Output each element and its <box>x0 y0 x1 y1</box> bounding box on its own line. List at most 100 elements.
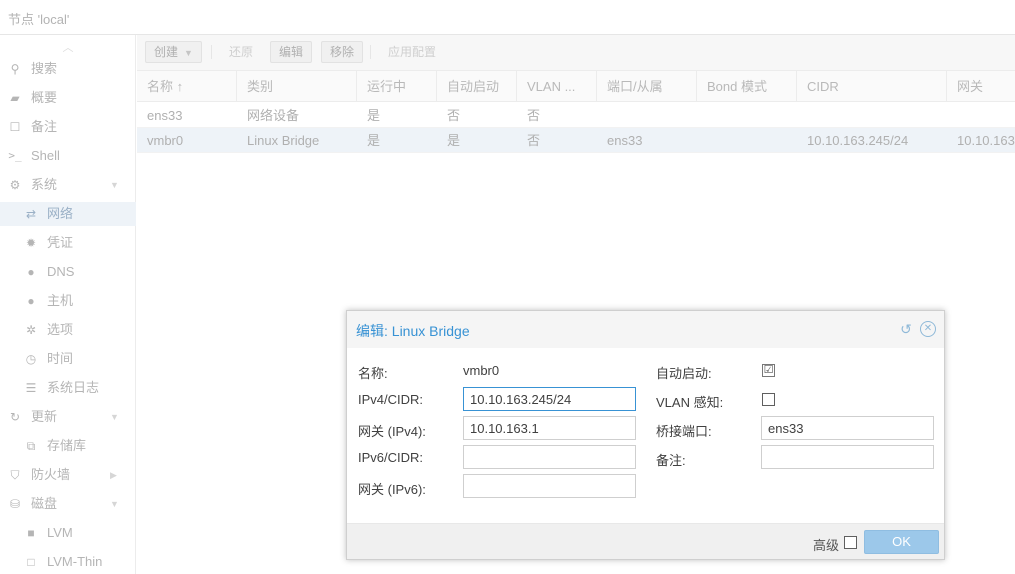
sidebar-item-search[interactable]: ⚲ 搜索 <box>0 57 136 81</box>
globe-icon: ● <box>27 294 35 308</box>
table-cell: ens33 <box>607 133 643 148</box>
gateway-ipv6-input[interactable] <box>463 474 636 498</box>
column-header-gateway[interactable]: 网关 <box>947 71 1015 102</box>
scroll-up-icon[interactable]: ︿ <box>58 39 78 54</box>
list-icon: ☰ <box>25 381 37 395</box>
autostart-checkbox[interactable]: ☑ <box>762 364 775 377</box>
ipv4-label: IPv4/CIDR: <box>358 392 424 407</box>
sidebar-item-label: 备注 <box>31 119 58 134</box>
edit-button[interactable]: 编辑 <box>270 41 313 63</box>
remove-button[interactable]: 移除 <box>321 41 364 63</box>
toolbar: 创建 ▼ 还原 编辑 移除 应用配置 <box>137 35 1015 71</box>
table-cell: vmbr0 <box>147 133 184 148</box>
sidebar-item-hosts[interactable]: ● 主机 <box>0 289 136 313</box>
column-header-ports[interactable]: 端口/从属 <box>597 71 697 102</box>
globe-icon: ● <box>27 265 35 279</box>
exchange-icon: ⇄ <box>25 207 37 221</box>
table-cell: 是 <box>367 133 381 148</box>
sidebar-item-label: 凭证 <box>47 235 74 250</box>
table-cell: 否 <box>527 108 541 123</box>
sidebar-item-shell[interactable]: >_ Shell <box>0 144 136 168</box>
sidebar-item-label: 时间 <box>47 351 74 366</box>
chevron-right-icon[interactable]: ▶ <box>110 463 117 487</box>
gateway-ipv4-input[interactable] <box>463 416 636 440</box>
sidebar-item-options[interactable]: ✲ 选项 <box>0 318 136 342</box>
edit-bridge-dialog: 编辑: Linux Bridge ↺ ✕ 名称: vmbr0 IPv4/CIDR… <box>346 310 945 560</box>
column-header-type[interactable]: 类别 <box>237 71 357 102</box>
table-cell: 10.10.163.245/24 <box>807 133 909 148</box>
sidebar-item-certificates[interactable]: ✹ 凭证 <box>0 231 136 255</box>
sidebar-item-lvm-thin[interactable]: □ LVM-Thin <box>0 550 136 574</box>
sidebar-item-label: 主机 <box>47 293 74 308</box>
vlan-aware-checkbox[interactable] <box>762 393 775 406</box>
sidebar-item-label: 更新 <box>31 409 58 424</box>
sidebar-item-lvm[interactable]: ■ LVM <box>0 521 136 545</box>
square-icon: ■ <box>27 526 35 540</box>
sidebar-item-syslog[interactable]: ☰ 系统日志 <box>0 376 136 400</box>
sidebar: ︿ ⚲ 搜索 ▰ 概要 ☐ 备注 >_ Shell ⚙ 系统 ▼ ⇄ 网络 ✹ … <box>0 35 136 574</box>
toolbar-separator <box>370 45 371 59</box>
sidebar-item-system[interactable]: ⚙ 系统 ▼ <box>0 173 136 197</box>
comment-label: 备注: <box>656 453 686 468</box>
clock-icon: ◷ <box>25 352 37 366</box>
sidebar-item-repositories[interactable]: ⧉ 存储库 <box>0 434 136 458</box>
certificate-icon: ✹ <box>25 236 37 250</box>
sidebar-item-disks[interactable]: ⛁ 磁盘 ▼ <box>0 492 136 516</box>
sidebar-item-label: 系统 <box>31 177 58 192</box>
table-cell: 网络设备 <box>247 108 300 123</box>
table-row[interactable]: vmbr0 Linux Bridge 是 是 否 ens33 10.10.163… <box>137 128 1015 153</box>
sidebar-item-dns[interactable]: ● DNS <box>0 260 136 284</box>
table-cell: ens33 <box>147 108 183 123</box>
shield-icon: ⛉ <box>10 468 20 482</box>
close-icon[interactable]: ✕ <box>920 321 936 337</box>
column-header-active[interactable]: 运行中 <box>357 71 437 102</box>
bridge-ports-input[interactable] <box>761 416 934 440</box>
column-header-vlan[interactable]: VLAN ... <box>517 71 597 102</box>
table-row[interactable]: ens33 网络设备 是 否 否 <box>137 103 1015 128</box>
comment-input[interactable] <box>761 445 934 469</box>
sidebar-item-time[interactable]: ◷ 时间 <box>0 347 136 371</box>
column-header-bond-mode[interactable]: Bond 模式 <box>697 71 797 102</box>
dialog-footer: 高级 OK <box>347 523 944 559</box>
advanced-checkbox[interactable] <box>844 536 857 549</box>
sidebar-item-label: LVM <box>47 525 73 540</box>
ipv4-cidr-input[interactable] <box>463 387 636 411</box>
chevron-down-icon[interactable]: ▼ <box>110 173 119 197</box>
ipv6-cidr-input[interactable] <box>463 445 636 469</box>
sidebar-item-label: 选项 <box>47 322 74 337</box>
hdd-icon: ⛁ <box>9 497 21 511</box>
create-button[interactable]: 创建 ▼ <box>145 41 202 63</box>
sidebar-item-network[interactable]: ⇄ 网络 <box>0 202 136 226</box>
search-icon: ⚲ <box>10 62 20 76</box>
sidebar-item-label: LVM-Thin <box>47 554 103 569</box>
reset-icon[interactable]: ↺ <box>898 321 914 337</box>
sidebar-item-notes[interactable]: ☐ 备注 <box>0 115 136 139</box>
create-button-label: 创建 <box>154 45 179 59</box>
sidebar-item-label: 搜索 <box>31 61 58 76</box>
chevron-down-icon[interactable]: ▼ <box>110 492 119 516</box>
column-header-autostart[interactable]: 自动启动 <box>437 71 517 102</box>
revert-button[interactable]: 还原 <box>220 41 262 63</box>
sidebar-item-label: DNS <box>47 264 75 279</box>
apply-config-button[interactable]: 应用配置 <box>379 41 445 63</box>
gears-icon: ⚙ <box>9 178 21 192</box>
page-header: 节点 'local' <box>0 0 1015 35</box>
note-icon: ☐ <box>9 120 21 134</box>
book-icon: ▰ <box>10 91 20 105</box>
sidebar-item-firewall[interactable]: ⛉ 防火墙 ▶ <box>0 463 136 487</box>
refresh-icon: ↻ <box>9 410 21 424</box>
dialog-header: 编辑: Linux Bridge ↺ ✕ <box>347 311 944 348</box>
ipv6-label: IPv6/CIDR: <box>358 450 424 465</box>
terminal-icon: >_ <box>8 149 22 162</box>
table-cell: Linux Bridge <box>247 133 320 148</box>
bridge-ports-label: 桥接端口: <box>656 424 712 439</box>
grid-header: 名称 ↑ 类别 运行中 自动启动 VLAN ... 端口/从属 Bond 模式 … <box>137 71 1015 102</box>
column-header-name[interactable]: 名称 ↑ <box>137 71 237 102</box>
sidebar-item-updates[interactable]: ↻ 更新 ▼ <box>0 405 136 429</box>
table-cell: 否 <box>447 108 461 123</box>
chevron-down-icon[interactable]: ▼ <box>110 405 119 429</box>
ok-button[interactable]: OK <box>864 530 939 554</box>
sidebar-item-summary[interactable]: ▰ 概要 <box>0 86 136 110</box>
chevron-down-icon: ▼ <box>184 48 193 58</box>
column-header-cidr[interactable]: CIDR <box>797 71 947 102</box>
